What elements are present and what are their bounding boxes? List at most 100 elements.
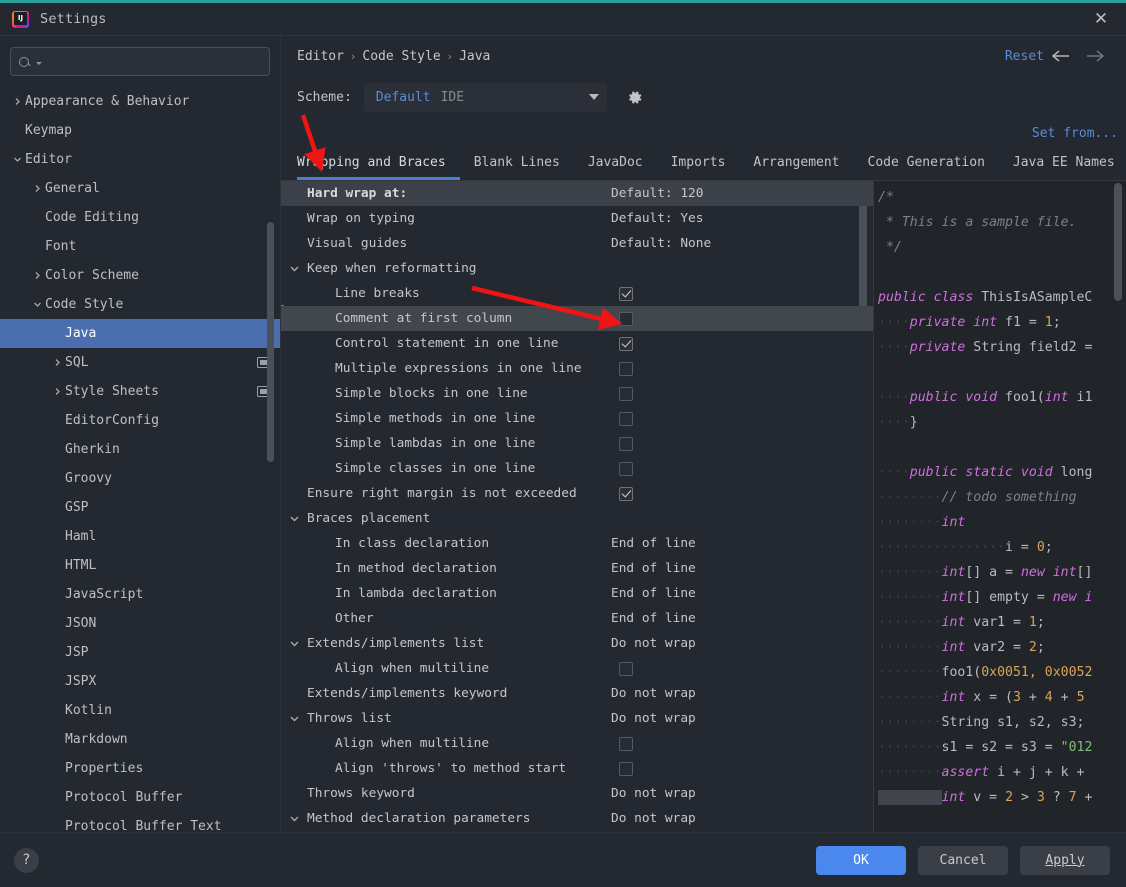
arrow-right-icon[interactable] [1078,42,1112,70]
settings-row[interactable]: Simple blocks in one line [281,381,873,406]
chevron-down-icon[interactable] [289,631,300,656]
sidebar-item-java[interactable]: Java [0,319,280,348]
sidebar-item-jspx[interactable]: JSPX [0,667,280,696]
settings-row-value[interactable]: End of line [611,586,696,601]
sidebar-item-markdown[interactable]: Markdown [0,725,280,754]
search-box[interactable] [10,47,270,76]
settings-row[interactable]: Simple methods in one line [281,406,873,431]
help-icon[interactable]: ? [14,847,39,873]
settings-row-checkbox[interactable] [619,461,633,476]
settings-row[interactable]: Multiple expressions in one line [281,356,873,381]
settings-row[interactable]: Visual guides Default: None [281,231,873,256]
sidebar-item-editorconfig[interactable]: EditorConfig [0,406,280,435]
settings-row-value[interactable]: Default: Yes [611,211,703,226]
close-icon[interactable]: ✕ [1084,5,1118,33]
set-from-link[interactable]: Set from... [1032,126,1118,141]
tab-blank-lines[interactable]: Blank Lines [460,149,574,180]
tab-arrangement[interactable]: Arrangement [739,149,853,180]
settings-row-value[interactable]: End of line [611,536,696,551]
breadcrumb-item-code-style[interactable]: Code Style [362,49,440,64]
chevron-right-icon[interactable] [30,184,45,193]
settings-row-checkbox[interactable] [619,311,633,326]
settings-row[interactable]: Extends/implements list Do not wrap [281,631,873,656]
chevron-down-icon[interactable] [289,706,300,731]
settings-row-value[interactable]: Do not wrap [611,636,696,651]
tab-wrapping-and-braces[interactable]: Wrapping and Braces [297,149,460,180]
sidebar-item-code-style[interactable]: Code Style [0,290,280,319]
gear-icon[interactable] [620,83,650,111]
code-preview-scrollbar[interactable] [1114,183,1122,301]
cancel-button[interactable]: Cancel [918,845,1008,875]
settings-row-checkbox[interactable] [619,336,633,351]
settings-row[interactable]: Throws keyword Do not wrap [281,781,873,806]
sidebar-item-font[interactable]: Font [0,232,280,261]
reset-link[interactable]: Reset [1005,49,1044,64]
apply-button[interactable]: Apply [1020,845,1110,875]
sidebar-item-json[interactable]: JSON [0,609,280,638]
settings-row[interactable]: Extends/implements keyword Do not wrap [281,681,873,706]
chevron-right-icon[interactable] [50,387,65,396]
settings-row-value[interactable]: Do not wrap [611,711,696,726]
settings-row-checkbox[interactable] [619,411,633,426]
arrow-left-icon[interactable] [1044,42,1078,70]
chevron-down-icon[interactable] [289,506,300,531]
sidebar-item-general[interactable]: General [0,174,280,203]
settings-row-value[interactable]: Default: None [611,236,711,251]
breadcrumb-item-java[interactable]: Java [459,49,490,64]
sidebar-item-gherkin[interactable]: Gherkin [0,435,280,464]
sidebar-item-html[interactable]: HTML [0,551,280,580]
settings-row-checkbox[interactable] [619,736,633,751]
tab-code-generation[interactable]: Code Generation [854,149,999,180]
settings-row[interactable]: In class declaration End of line [281,531,873,556]
settings-row-checkbox[interactable] [619,486,633,501]
settings-row[interactable]: Align 'throws' to method start [281,756,873,781]
settings-row-value[interactable]: Do not wrap [611,811,696,826]
sidebar-item-editor[interactable]: Editor [0,145,280,174]
chevron-right-icon[interactable] [50,358,65,367]
settings-row-checkbox[interactable] [619,661,633,676]
settings-row[interactable]: In lambda declaration End of line [281,581,873,606]
sidebar-item-properties[interactable]: Properties [0,754,280,783]
settings-row[interactable]: Keep when reformatting [281,256,873,281]
sidebar-item-groovy[interactable]: Groovy [0,464,280,493]
chevron-down-icon[interactable] [289,256,300,281]
chevron-right-icon[interactable] [30,271,45,280]
scheme-combobox[interactable]: Default IDE [363,82,607,112]
sidebar-item-javascript[interactable]: JavaScript [0,580,280,609]
settings-row-value[interactable]: End of line [611,561,696,576]
sidebar-scrollbar[interactable] [267,222,274,462]
chevron-down-icon[interactable] [289,806,300,831]
settings-row-checkbox[interactable] [619,761,633,776]
search-input[interactable] [42,54,262,69]
chevron-right-icon[interactable] [10,97,25,106]
sidebar-item-haml[interactable]: Haml [0,522,280,551]
ok-button[interactable]: OK [816,845,906,875]
settings-row[interactable]: Align when multiline [281,731,873,756]
settings-row-value[interactable]: End of line [611,611,696,626]
settings-row[interactable]: Braces placement [281,506,873,531]
settings-row[interactable]: Hard wrap at: Default: 120 [281,181,873,206]
settings-row-checkbox[interactable] [619,436,633,451]
settings-row-value[interactable]: Do not wrap [611,686,696,701]
sidebar-item-protocol-buffer[interactable]: Protocol Buffer [0,783,280,812]
settings-row[interactable]: Throws list Do not wrap [281,706,873,731]
sidebar-item-kotlin[interactable]: Kotlin [0,696,280,725]
settings-row-checkbox[interactable] [619,386,633,401]
settings-row[interactable]: Align when multiline [281,656,873,681]
sidebar-item-gsp[interactable]: GSP [0,493,280,522]
settings-row[interactable]: Control statement in one line [281,331,873,356]
settings-row[interactable]: Wrap on typing Default: Yes [281,206,873,231]
sidebar-item-code-editing[interactable]: Code Editing [0,203,280,232]
tab-imports[interactable]: Imports [657,149,740,180]
sidebar-item-keymap[interactable]: Keymap [0,116,280,145]
settings-row[interactable]: Line breaks [281,281,873,306]
sidebar-item-color-scheme[interactable]: Color Scheme [0,261,280,290]
sidebar-item-sql[interactable]: SQL [0,348,280,377]
settings-row[interactable]: Method declaration parameters Do not wrap [281,806,873,831]
settings-row-value[interactable]: Default: 120 [611,186,703,201]
sidebar-item-appearance-behavior[interactable]: Appearance & Behavior [0,87,280,116]
chevron-down-icon[interactable] [30,300,45,309]
settings-row[interactable]: Comment at first column [281,306,873,331]
settings-row-checkbox[interactable] [619,286,633,301]
sidebar-item-style-sheets[interactable]: Style Sheets [0,377,280,406]
